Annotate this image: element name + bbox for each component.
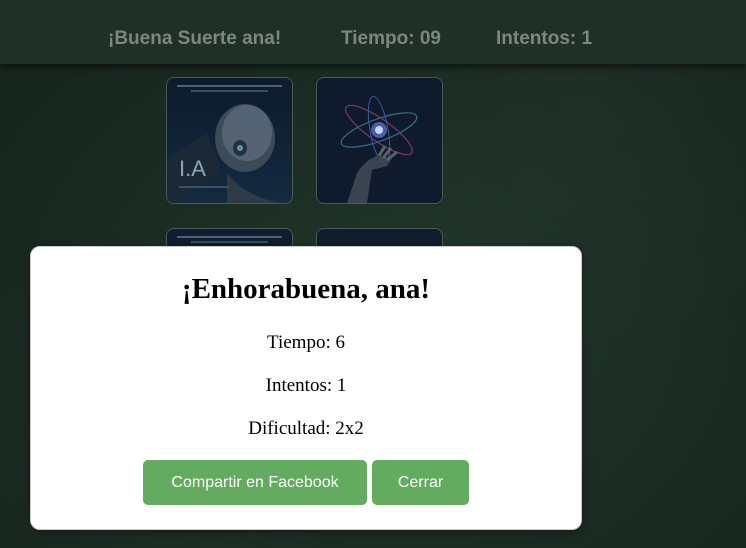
- card-caption: I.A: [179, 156, 206, 181]
- timer-display: Tiempo: 09: [341, 28, 441, 49]
- greeting-text: ¡Buena Suerte ana!: [108, 28, 282, 49]
- dialog-title: ¡Enhorabuena, ana!: [181, 273, 431, 305]
- share-facebook-button[interactable]: Compartir en Facebook: [143, 460, 367, 505]
- attempts-counter: Intentos: 1: [496, 28, 593, 49]
- game-header: ¡Buena Suerte ana! Tiempo: 09 Intentos: …: [0, 0, 746, 64]
- memory-card[interactable]: [316, 77, 443, 204]
- result-difficulty: Dificultad: 2x2: [248, 418, 364, 439]
- robot-hand-atom-image: [317, 78, 442, 203]
- memory-card[interactable]: I.A: [166, 77, 293, 204]
- close-button[interactable]: Cerrar: [372, 460, 469, 505]
- robot-ai-poster-image: [167, 78, 292, 203]
- result-time: Tiempo: 6: [267, 332, 345, 353]
- result-attempts: Intentos: 1: [265, 375, 347, 396]
- congratulations-dialog: ¡Enhorabuena, ana! Tiempo: 6 Intentos: 1…: [30, 246, 582, 530]
